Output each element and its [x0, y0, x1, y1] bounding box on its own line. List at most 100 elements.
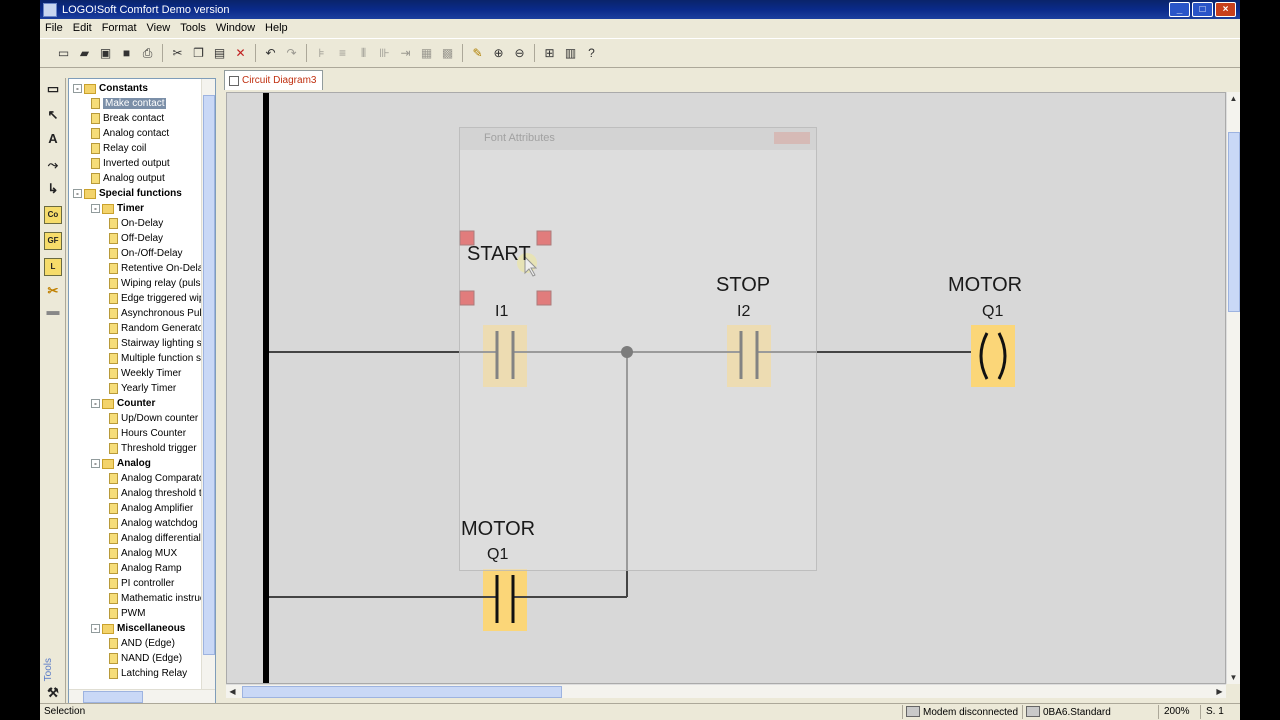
co-block-icon[interactable]: Co	[44, 206, 62, 224]
undo-icon[interactable]: ↶	[261, 43, 280, 63]
tree-item[interactable]: Break contact	[69, 111, 203, 126]
pointer-tool-icon[interactable]: ↖	[44, 106, 62, 124]
tree-item[interactable]: Analog Amplifier	[69, 501, 203, 516]
contact-q1-holding[interactable]	[483, 569, 527, 631]
tree-item[interactable]: AND (Edge)	[69, 636, 203, 651]
tree-item[interactable]: PWM	[69, 606, 203, 621]
connector-tool-icon[interactable]: ⤳	[44, 156, 62, 174]
tree-item[interactable]: Weekly Timer	[69, 366, 203, 381]
tree-item[interactable]: Threshold trigger	[69, 441, 203, 456]
copy-icon[interactable]: ❐	[189, 43, 208, 63]
align-center-icon[interactable]: ≡	[333, 43, 352, 63]
block-icon[interactable]: ▦	[417, 43, 436, 63]
open-icon[interactable]: ▰	[75, 43, 94, 63]
menu-tools[interactable]: Tools	[175, 22, 211, 34]
cut-icon[interactable]: ✂	[168, 43, 187, 63]
tools-tab-label[interactable]: Tools	[43, 658, 55, 681]
menu-window[interactable]: Window	[211, 22, 260, 34]
tree-group[interactable]: - Special functions	[69, 186, 203, 201]
tree-item[interactable]: Stairway lighting s	[69, 336, 203, 351]
align-left-icon[interactable]: ⊧	[312, 43, 331, 63]
tree-item[interactable]: On-Delay	[69, 216, 203, 231]
wire-cut-icon[interactable]: ✂	[44, 282, 62, 300]
menu-view[interactable]: View	[142, 22, 176, 34]
align-top-icon[interactable]: ⫴	[354, 43, 373, 63]
collapse-icon[interactable]: -	[73, 189, 82, 198]
paste-icon[interactable]: ▤	[210, 43, 229, 63]
panel-toggle-icon[interactable]: ▭	[44, 80, 62, 98]
scroll-right-icon[interactable]: ▶	[1213, 685, 1226, 698]
scroll-down-icon[interactable]: ▼	[1227, 671, 1240, 684]
tree-item[interactable]: Analog Comparato	[69, 471, 204, 486]
collapse-icon[interactable]: -	[91, 624, 100, 633]
save-icon[interactable]: ■	[117, 43, 136, 63]
tree-item[interactable]: Hours Counter	[69, 426, 203, 441]
help-book-icon[interactable]: ▥	[561, 43, 580, 63]
pencil-icon[interactable]: ✎	[468, 43, 487, 63]
tree-item[interactable]: Asynchronous Puls	[69, 306, 207, 321]
tree-item[interactable]: PI controller	[69, 576, 203, 591]
tree-item[interactable]: Mathematic instruc	[69, 591, 205, 606]
tree-item[interactable]: Random Generator	[69, 321, 207, 336]
tree-item[interactable]: Up/Down counter	[69, 411, 203, 426]
collapse-icon[interactable]: -	[73, 84, 82, 93]
tree-item[interactable]: Analog differential	[69, 531, 203, 546]
block2-icon[interactable]: ▩	[438, 43, 457, 63]
text-tool-icon[interactable]: A	[44, 130, 62, 148]
tree-item[interactable]: Analog MUX	[69, 546, 203, 561]
motor-label[interactable]: MOTOR	[948, 274, 1022, 297]
tree-item[interactable]: Yearly Timer	[69, 381, 203, 396]
minimize-button[interactable]: _	[1169, 2, 1190, 17]
zoom-out-icon[interactable]: ⊖	[510, 43, 529, 63]
tree-item[interactable]: Latching Relay	[69, 666, 203, 681]
tree-group[interactable]: - Constants	[69, 81, 203, 96]
menu-edit[interactable]: Edit	[68, 22, 97, 34]
connect-icon[interactable]: ⇥	[396, 43, 415, 63]
wrench-icon[interactable]: ⚒	[44, 684, 62, 702]
zoom-in-icon[interactable]: ⊕	[489, 43, 508, 63]
tree-item[interactable]: Analog watchdog	[69, 516, 203, 531]
close-file-icon[interactable]: ▣	[96, 43, 115, 63]
tree-item[interactable]: Analog threshold t	[69, 486, 203, 501]
tree-horizontal-scrollbar[interactable]	[69, 689, 215, 703]
new-icon[interactable]: ▭	[54, 43, 73, 63]
delete-icon[interactable]: ✕	[231, 43, 250, 63]
tree-item[interactable]: Analog output	[69, 171, 203, 186]
menu-file[interactable]: File	[40, 22, 68, 34]
circuit-diagram-canvas[interactable]: Font Attributes START I1 STOP I2 MOTOR Q…	[226, 92, 1226, 684]
tree-group[interactable]: - Counter	[69, 396, 203, 411]
distribute-icon[interactable]: ⊪	[375, 43, 394, 63]
tree-item[interactable]: Edge triggered wip	[69, 291, 204, 306]
close-button[interactable]: ×	[1215, 2, 1236, 17]
tree-item[interactable]: Wiping relay (pulse	[69, 276, 206, 291]
tree-item[interactable]: Relay coil	[69, 141, 203, 156]
tree-group[interactable]: - Analog	[69, 456, 203, 471]
diagram-horizontal-scrollbar[interactable]: ◀ ▶	[226, 684, 1226, 698]
menu-help[interactable]: Help	[260, 22, 293, 34]
tree-item[interactable]: Analog contact	[69, 126, 203, 141]
tab-circuit-diagram[interactable]: Circuit Diagram3	[224, 70, 324, 90]
maximize-button[interactable]: □	[1192, 2, 1213, 17]
collapse-icon[interactable]: -	[91, 204, 100, 213]
split-connector-icon[interactable]: ↳	[44, 180, 62, 198]
sf-block-icon[interactable]: L	[44, 258, 62, 276]
tree-vertical-scrollbar[interactable]	[201, 79, 215, 689]
scroll-left-icon[interactable]: ◀	[226, 685, 239, 698]
scroll-up-icon[interactable]: ▲	[1227, 92, 1240, 105]
tree-item[interactable]: Make contact	[69, 96, 203, 111]
tree-item[interactable]: Inverted output	[69, 156, 203, 171]
redo-icon[interactable]: ↷	[282, 43, 301, 63]
tree-item[interactable]: Multiple function s	[69, 351, 203, 366]
fit-icon[interactable]: ⊞	[540, 43, 559, 63]
tree-group[interactable]: - Timer	[69, 201, 203, 216]
tree-group[interactable]: - Miscellaneous	[69, 621, 203, 636]
panel-splitter[interactable]	[217, 78, 221, 704]
stamp-icon[interactable]: ▬	[44, 302, 62, 320]
tree-item[interactable]: Analog Ramp	[69, 561, 203, 576]
tree-item[interactable]: Retentive On-Dela	[69, 261, 203, 276]
tree-item[interactable]: On-/Off-Delay	[69, 246, 203, 261]
coil-q1[interactable]	[971, 325, 1015, 387]
collapse-icon[interactable]: -	[91, 399, 100, 408]
tree-item[interactable]: Off-Delay	[69, 231, 203, 246]
print-icon[interactable]: ⎙	[138, 43, 157, 63]
